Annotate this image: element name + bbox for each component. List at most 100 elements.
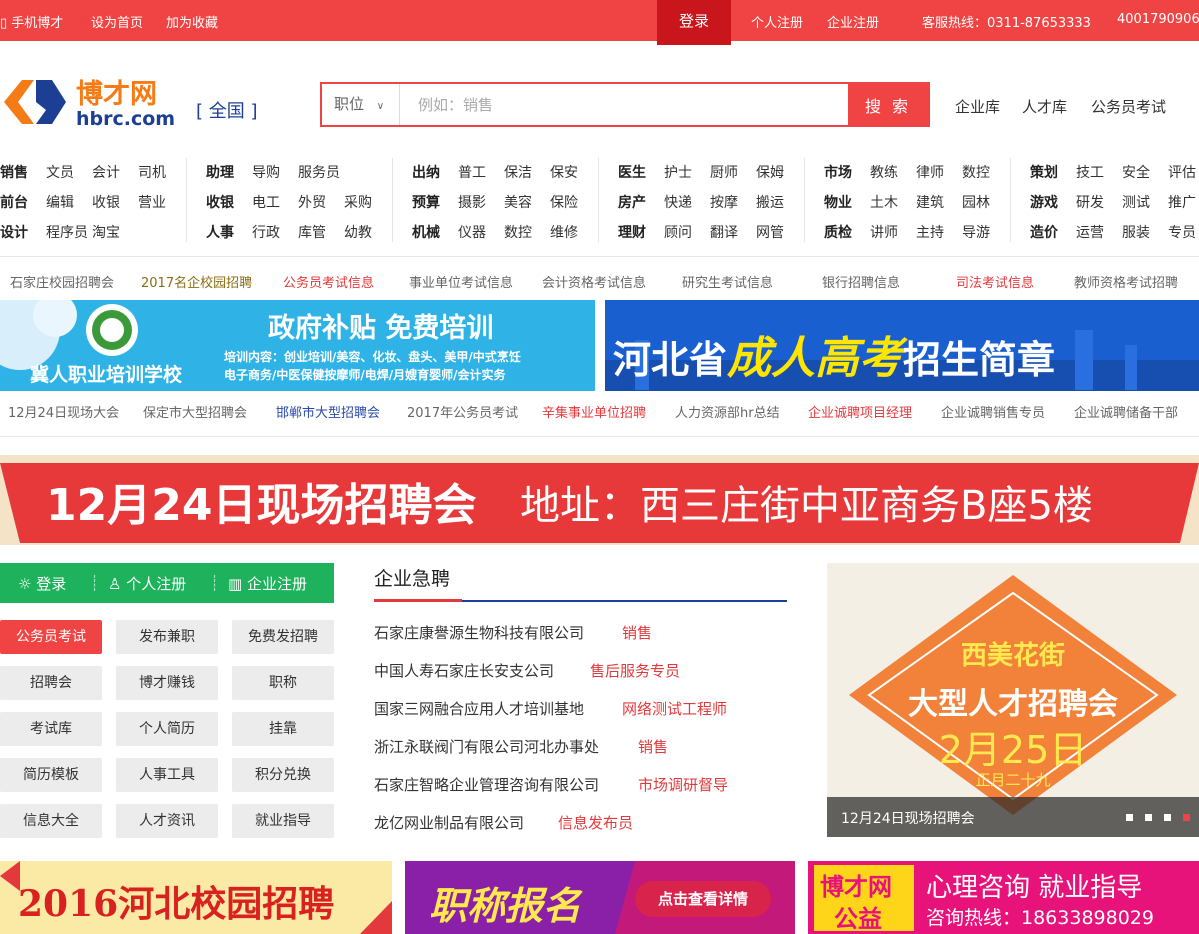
campus-recruit-banner[interactable]: 2016河北校园招聘 bbox=[0, 861, 392, 934]
quick-link[interactable]: 2017名企校园招聘 bbox=[141, 272, 252, 291]
search-category-select[interactable]: 职位 ∨ bbox=[322, 84, 400, 125]
quick-button[interactable]: 就业指导 bbox=[232, 804, 334, 838]
category-link[interactable]: 策划 bbox=[1030, 162, 1058, 182]
category-link[interactable]: 质检 bbox=[824, 222, 852, 242]
quick-button[interactable]: 挂靠 bbox=[232, 712, 334, 746]
category-link[interactable]: 数控 bbox=[504, 222, 532, 242]
talent-library-link[interactable]: 人才库 bbox=[1022, 96, 1067, 117]
quick-link[interactable]: 邯郸市大型招聘会 bbox=[276, 402, 380, 421]
account-personal-button[interactable]: ♙ 个人注册 bbox=[108, 573, 186, 594]
category-link[interactable]: 幼教 bbox=[344, 222, 372, 242]
job-company-link[interactable]: 中国人寿石家庄长安支公司 bbox=[374, 660, 554, 681]
search-button[interactable]: 搜 索 bbox=[848, 84, 928, 125]
slider-dot-1[interactable] bbox=[1126, 814, 1133, 821]
adult-exam-banner[interactable]: 河北省成人高考招生简章 bbox=[605, 300, 1199, 391]
quick-link[interactable]: 2017年公务员考试 bbox=[407, 402, 518, 421]
job-fair-banner[interactable]: 12月24日现场招聘会 地址：西三庄街中亚商务B座5楼 bbox=[0, 455, 1199, 545]
slider-dot-4[interactable] bbox=[1183, 814, 1190, 821]
category-link[interactable]: 导游 bbox=[962, 222, 990, 242]
category-link[interactable]: 服务员 bbox=[298, 162, 340, 182]
category-link[interactable]: 安全 bbox=[1122, 162, 1150, 182]
category-link[interactable]: 搬运 bbox=[756, 192, 784, 212]
quick-link[interactable]: 石家庄校园招聘会 bbox=[10, 272, 114, 291]
category-link[interactable]: 程序员 bbox=[46, 222, 88, 242]
category-link[interactable]: 市场 bbox=[824, 162, 852, 182]
job-position-link[interactable]: 销售 bbox=[622, 622, 652, 643]
category-link[interactable]: 设计 bbox=[0, 222, 28, 242]
quick-button[interactable]: 招聘会 bbox=[0, 666, 102, 700]
category-link[interactable]: 顾问 bbox=[664, 222, 692, 242]
quick-button[interactable]: 简历模板 bbox=[0, 758, 102, 792]
quick-link[interactable]: 银行招聘信息 bbox=[822, 272, 900, 291]
quick-button[interactable]: 考试库 bbox=[0, 712, 102, 746]
category-link[interactable]: 电工 bbox=[252, 192, 280, 212]
category-link[interactable]: 外贸 bbox=[298, 192, 326, 212]
category-link[interactable]: 摄影 bbox=[458, 192, 486, 212]
company-library-link[interactable]: 企业库 bbox=[955, 96, 1000, 117]
search-input[interactable] bbox=[400, 84, 850, 125]
category-link[interactable]: 数控 bbox=[962, 162, 990, 182]
category-link[interactable]: 物业 bbox=[824, 192, 852, 212]
category-link[interactable]: 人事 bbox=[206, 222, 234, 242]
category-link[interactable]: 护士 bbox=[664, 162, 692, 182]
quick-button[interactable]: 人事工具 bbox=[116, 758, 218, 792]
category-link[interactable]: 保险 bbox=[550, 192, 578, 212]
quick-button[interactable]: 博才赚钱 bbox=[116, 666, 218, 700]
job-company-link[interactable]: 国家三网融合应用人才培训基地 bbox=[374, 698, 584, 719]
category-link[interactable]: 导购 bbox=[252, 162, 280, 182]
job-company-link[interactable]: 龙亿网业制品有限公司 bbox=[374, 812, 524, 833]
quick-button[interactable]: 公务员考试 bbox=[0, 620, 102, 654]
set-home-link[interactable]: 设为首页 bbox=[91, 12, 143, 31]
logo-icon[interactable] bbox=[0, 72, 70, 132]
category-link[interactable]: 讲师 bbox=[870, 222, 898, 242]
training-school-banner[interactable]: 政府补贴 免费培训 冀人职业培训学校 培训内容：创业培训/美容、化妆、盘头、美甲… bbox=[0, 300, 595, 391]
top-company-register-link[interactable]: 企业注册 bbox=[827, 12, 879, 31]
category-link[interactable]: 造价 bbox=[1030, 222, 1058, 242]
category-link[interactable]: 主持 bbox=[916, 222, 944, 242]
category-link[interactable]: 网管 bbox=[756, 222, 784, 242]
job-position-link[interactable]: 售后服务专员 bbox=[590, 660, 680, 681]
category-link[interactable]: 机械 bbox=[412, 222, 440, 242]
category-link[interactable]: 保姆 bbox=[756, 162, 784, 182]
category-link[interactable]: 销售 bbox=[0, 162, 28, 182]
category-link[interactable]: 厨师 bbox=[710, 162, 738, 182]
quick-link[interactable]: 会计资格考试信息 bbox=[542, 272, 646, 291]
quick-link[interactable]: 企业诚聘销售专员 bbox=[941, 402, 1045, 421]
top-login-button[interactable]: 登录 bbox=[657, 0, 731, 45]
job-position-link[interactable]: 网络测试工程师 bbox=[622, 698, 727, 719]
category-link[interactable]: 运营 bbox=[1076, 222, 1104, 242]
job-company-link[interactable]: 石家庄康譽源生物科技有限公司 bbox=[374, 622, 584, 643]
public-welfare-banner[interactable]: 博才网 公益 心理咨询 就业指导 咨询热线：18633898029 bbox=[808, 861, 1199, 934]
quick-link[interactable]: 企业诚聘储备干部 bbox=[1074, 402, 1178, 421]
quick-link[interactable]: 辛集事业单位招聘 bbox=[542, 402, 646, 421]
quick-link[interactable]: 企业诚聘项目经理 bbox=[808, 402, 912, 421]
job-company-link[interactable]: 浙江永联阀门有限公司河北办事处 bbox=[374, 736, 599, 757]
logo-domain[interactable]: hbrc.com bbox=[76, 108, 175, 130]
category-link[interactable]: 营业 bbox=[138, 192, 166, 212]
category-link[interactable]: 游戏 bbox=[1030, 192, 1058, 212]
quick-link[interactable]: 保定市大型招聘会 bbox=[143, 402, 247, 421]
civil-exam-link[interactable]: 公务员考试 bbox=[1091, 96, 1166, 117]
category-link[interactable]: 淘宝 bbox=[92, 222, 120, 242]
quick-button[interactable]: 信息大全 bbox=[0, 804, 102, 838]
category-link[interactable]: 翻译 bbox=[710, 222, 738, 242]
category-link[interactable]: 保安 bbox=[550, 162, 578, 182]
category-link[interactable]: 前台 bbox=[0, 192, 28, 212]
account-company-button[interactable]: ▥ 企业注册 bbox=[228, 573, 307, 594]
quick-button[interactable]: 积分兑换 bbox=[232, 758, 334, 792]
quick-link[interactable]: 公务员考试信息 bbox=[283, 272, 374, 291]
quick-link[interactable]: 司法考试信息 bbox=[956, 272, 1034, 291]
account-login-button[interactable]: ☼ 登录 bbox=[18, 573, 66, 594]
category-link[interactable]: 园林 bbox=[962, 192, 990, 212]
category-link[interactable]: 专员 bbox=[1168, 222, 1196, 242]
category-link[interactable]: 普工 bbox=[458, 162, 486, 182]
bookmark-link[interactable]: 加为收藏 bbox=[166, 12, 218, 31]
region-selector[interactable]: [ 全国 ] bbox=[196, 97, 258, 123]
category-link[interactable]: 技工 bbox=[1076, 162, 1104, 182]
category-link[interactable]: 理财 bbox=[618, 222, 646, 242]
slider-dot-3[interactable] bbox=[1164, 814, 1171, 821]
job-position-link[interactable]: 信息发布员 bbox=[558, 812, 633, 833]
quick-button[interactable]: 职称 bbox=[232, 666, 334, 700]
category-link[interactable]: 律师 bbox=[916, 162, 944, 182]
category-link[interactable]: 按摩 bbox=[710, 192, 738, 212]
